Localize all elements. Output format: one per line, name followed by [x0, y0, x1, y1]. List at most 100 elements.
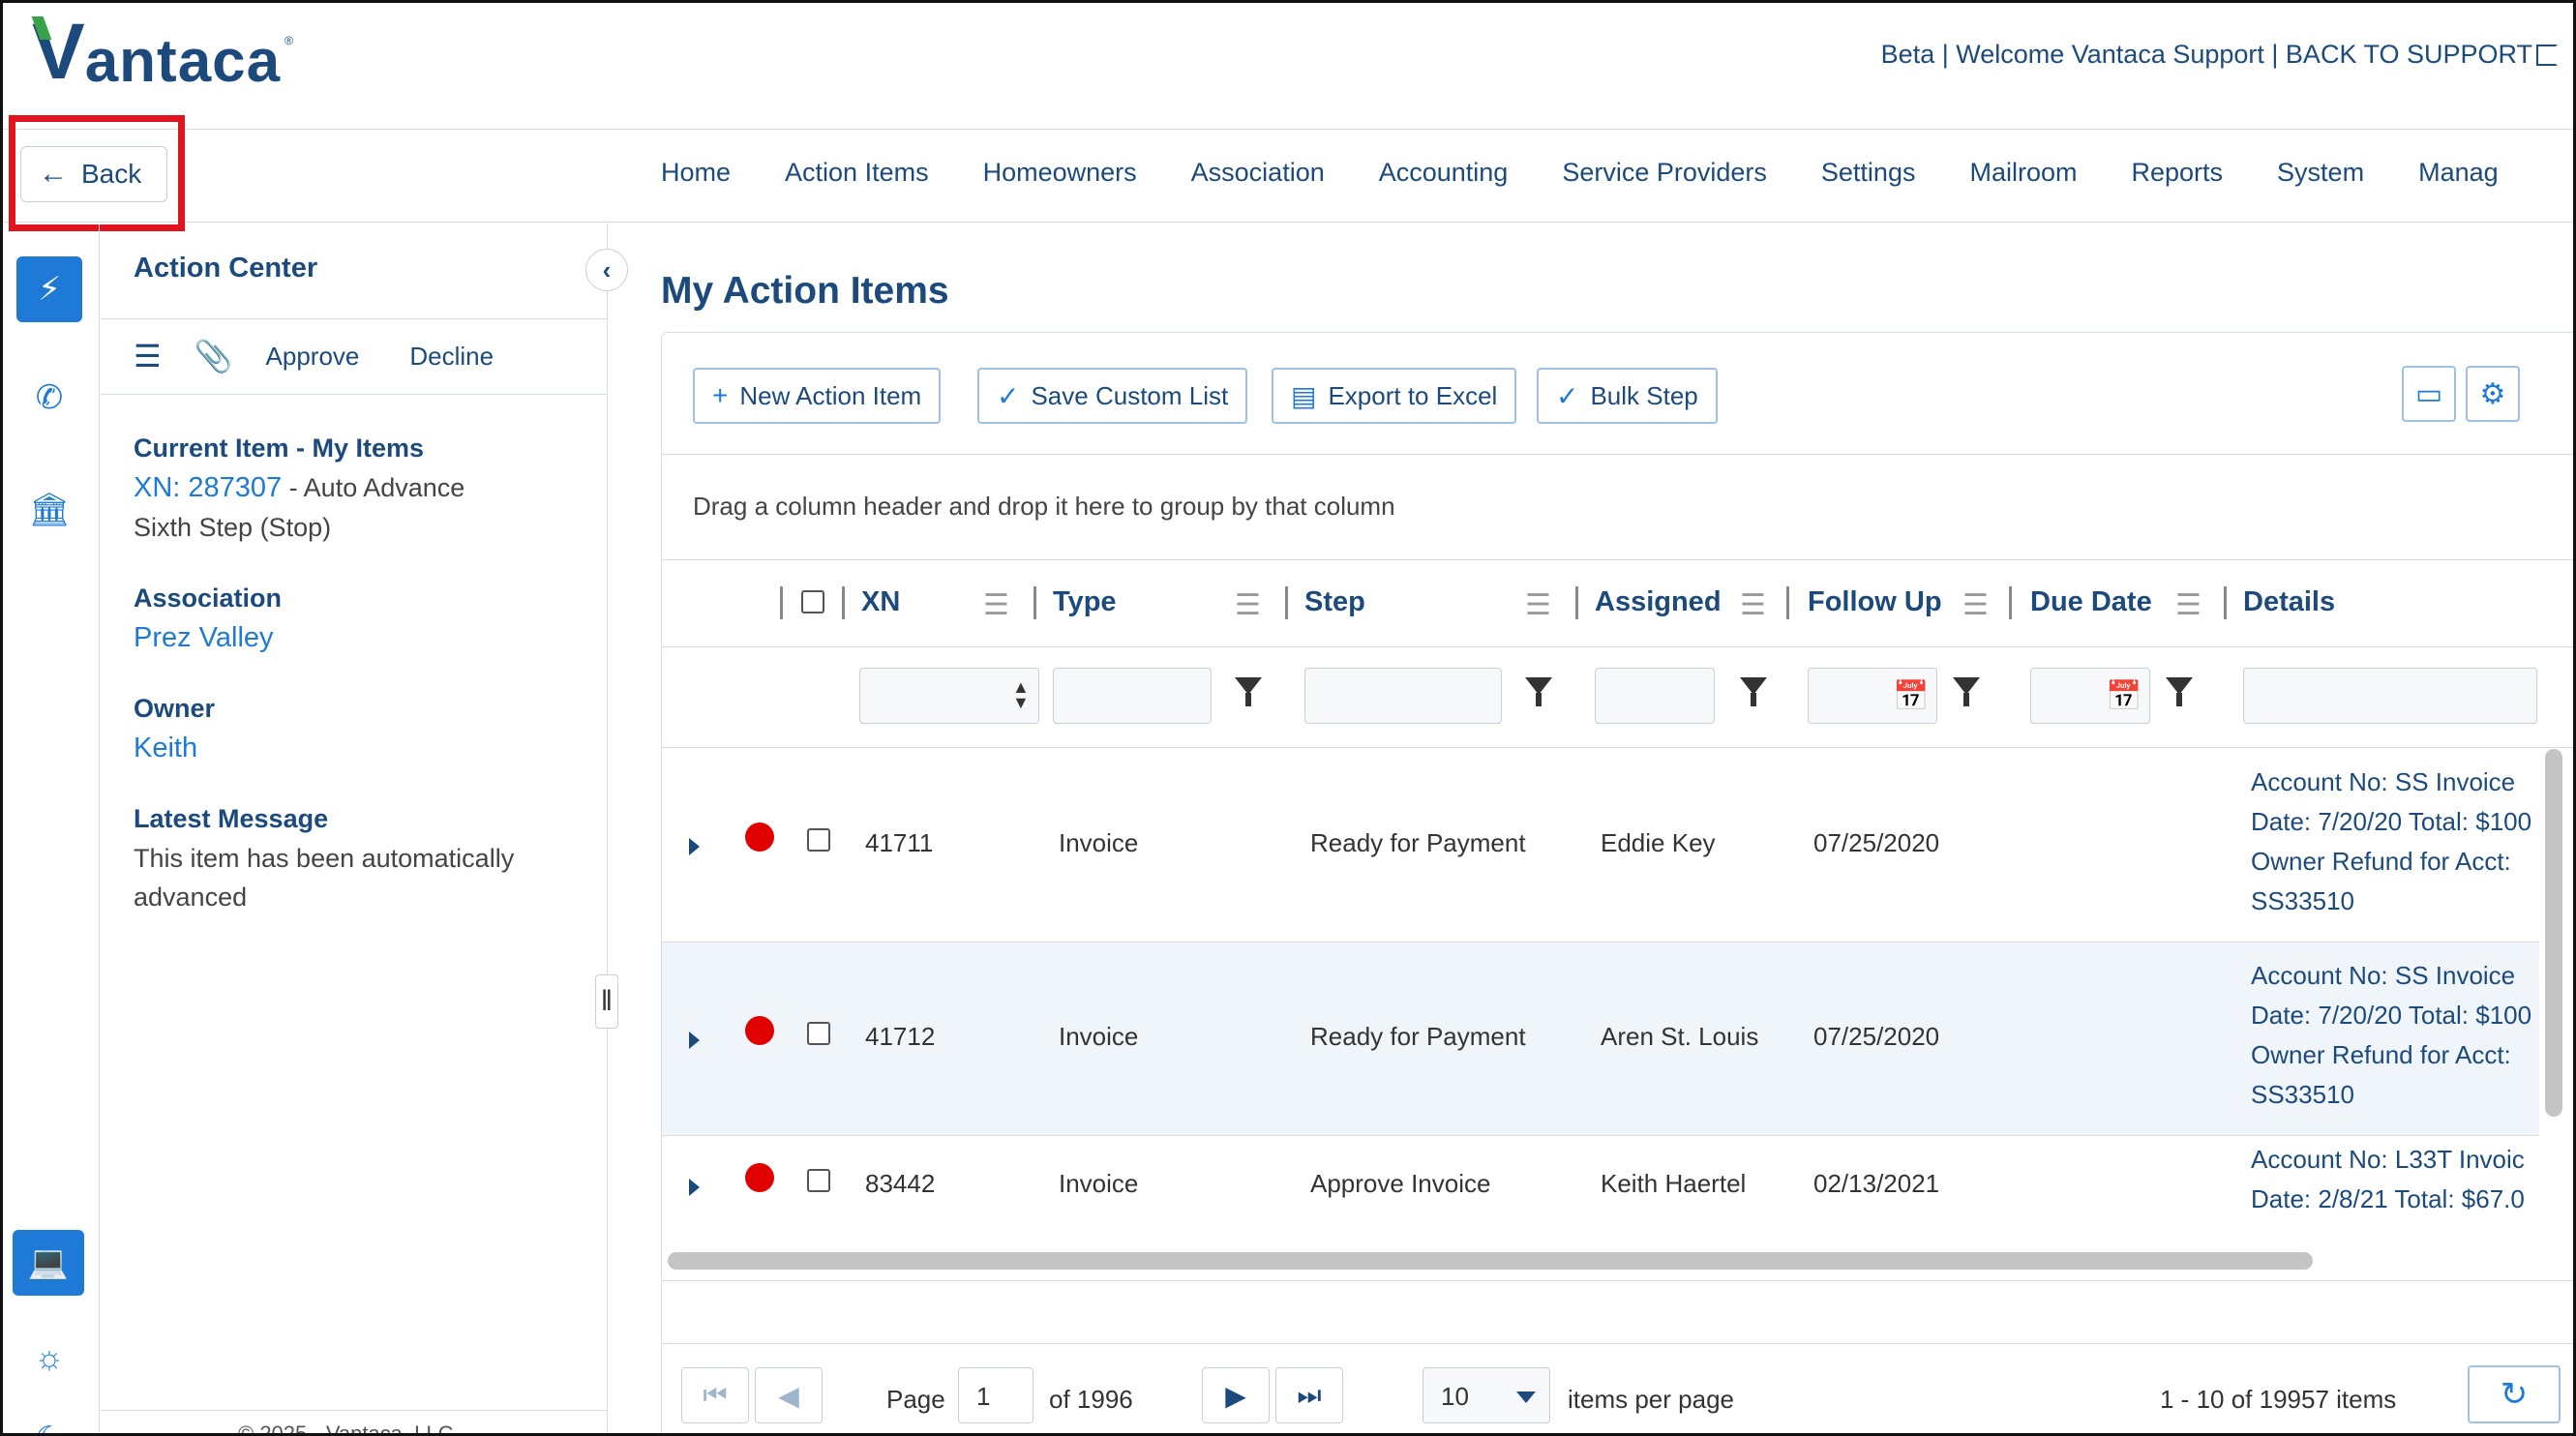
filter-icon[interactable] [2166, 677, 2193, 706]
bank-icon[interactable]: 🏛 [16, 477, 82, 543]
calendar-icon[interactable]: 📅 [1893, 679, 1929, 713]
page-size-select[interactable]: 10 [1423, 1367, 1550, 1423]
first-page-button[interactable]: ⏮ [681, 1367, 749, 1423]
panel-resize-handle[interactable]: ‖ [595, 974, 618, 1029]
column-header-due-date[interactable]: Due Date [2030, 586, 2152, 618]
filter-icon[interactable] [1740, 677, 1767, 706]
top-right-text[interactable]: Beta | Welcome Vantaca Support | BACK TO… [1881, 40, 2532, 69]
column-menu-icon[interactable]: ☰ [2175, 588, 2202, 622]
table-row[interactable]: 41711 Invoice Ready for Payment Eddie Ke… [662, 749, 2539, 942]
column-menu-icon[interactable]: ☰ [1525, 588, 1551, 622]
new-action-item-button[interactable]: + New Action Item [693, 368, 942, 424]
assigned-filter-input[interactable] [1595, 668, 1715, 724]
save-custom-list-button[interactable]: ✓ Save Custom List [977, 368, 1248, 424]
collapse-panel-button[interactable]: ‹ [585, 249, 628, 291]
next-page-button[interactable]: ▶ [1202, 1367, 1270, 1423]
cell-assigned: Eddie Key [1601, 828, 1716, 857]
pager: ⏮ ◀ Page 1 of 1996 ▶ ⏭ 10 items per page… [662, 1343, 2573, 1433]
cell-xn[interactable]: 41712 [865, 1022, 935, 1052]
grid-settings-button[interactable]: ⚙ [2466, 366, 2520, 422]
nav-service-providers[interactable]: Service Providers [1562, 158, 1767, 188]
step-filter-input[interactable] [1304, 668, 1502, 724]
xn-link[interactable]: XN: 287307 [134, 472, 282, 503]
cell-details: Account No: SS Invoice Date: 7/20/20 Tot… [2251, 956, 2531, 1115]
nav-mailroom[interactable]: Mailroom [1969, 158, 2077, 188]
items-per-page-label: items per page [1568, 1385, 1734, 1414]
cell-xn[interactable]: 83442 [865, 1169, 935, 1199]
table-row[interactable]: 41712 Invoice Ready for Payment Aren St.… [662, 942, 2539, 1136]
nav-settings[interactable]: Settings [1821, 158, 1916, 188]
nav-manage[interactable]: Manag [2418, 158, 2499, 188]
expand-row-icon[interactable] [689, 838, 700, 855]
lightning-icon[interactable]: ⚡ [16, 256, 82, 322]
nav-accounting[interactable]: Accounting [1379, 158, 1509, 188]
filter-icon[interactable] [1235, 677, 1262, 706]
column-menu-icon[interactable]: ☰ [983, 588, 1009, 622]
numeric-spinner-icon[interactable]: ▲ ▼ [1012, 678, 1030, 711]
items-summary: 1 - 10 of 19957 items [2160, 1385, 2397, 1414]
latest-message-section: Latest Message This item has been automa… [134, 799, 588, 916]
external-link-icon[interactable] [2536, 45, 2558, 66]
nav-home[interactable]: Home [661, 158, 731, 188]
row-checkbox[interactable] [807, 1169, 830, 1192]
details-filter-input[interactable] [2243, 668, 2537, 724]
page-size-value: 10 [1441, 1382, 1469, 1411]
sun-icon[interactable]: ☼ [16, 1325, 82, 1391]
paperclip-icon[interactable]: 📎 [195, 338, 233, 374]
nav-association[interactable]: Association [1191, 158, 1325, 188]
column-header-xn[interactable]: XN [861, 586, 900, 618]
cell-step: Ready for Payment [1310, 828, 1526, 857]
last-page-button[interactable]: ⏭ [1275, 1367, 1343, 1423]
phone-icon[interactable]: ✆ [16, 365, 82, 431]
page-number-input[interactable]: 1 [958, 1367, 1033, 1423]
select-all-checkbox[interactable] [801, 590, 824, 613]
top-right-links[interactable]: Beta | Welcome Vantaca Support | BACK TO… [1881, 40, 2558, 70]
ac-title-divider [101, 318, 607, 319]
cell-xn[interactable]: 41711 [865, 828, 933, 858]
action-items-grid-panel: + New Action Item ✓ Save Custom List ▤ Expo… [661, 332, 2573, 1433]
nav-system[interactable]: System [2277, 158, 2364, 188]
cell-assigned: Keith Haertel [1601, 1169, 1747, 1198]
owner-link[interactable]: Keith [134, 729, 588, 768]
nav-homeowners[interactable]: Homeowners [983, 158, 1137, 188]
filter-icon[interactable] [1525, 677, 1552, 706]
layout-toggle-button[interactable]: ▭ [2402, 366, 2456, 422]
decline-button[interactable]: Decline [409, 342, 494, 372]
column-header-follow-up[interactable]: Follow Up [1808, 586, 1942, 618]
column-header-details[interactable]: Details [2243, 586, 2335, 618]
expand-row-icon[interactable] [689, 1032, 700, 1049]
type-filter-input[interactable] [1053, 668, 1212, 724]
row-checkbox[interactable] [807, 828, 830, 852]
horizontal-scrollbar[interactable] [668, 1252, 2313, 1270]
moon-icon[interactable]: ☾ [16, 1406, 82, 1433]
previous-page-button[interactable]: ◀ [755, 1367, 823, 1423]
cell-type: Invoice [1059, 1022, 1139, 1051]
calendar-icon[interactable]: 📅 [2106, 679, 2142, 713]
vertical-scrollbar[interactable] [2545, 749, 2562, 1117]
column-header-type[interactable]: Type [1053, 586, 1117, 618]
bulk-step-button[interactable]: ✓ Bulk Step [1537, 368, 1718, 424]
details-line: Account No: SS Invoice [2251, 961, 2516, 990]
row-checkbox[interactable] [807, 1022, 830, 1045]
page-count-label: of 1996 [1049, 1385, 1133, 1414]
refresh-button[interactable]: ↻ [2468, 1365, 2561, 1423]
details-line: Account No: L33T Invoic [2251, 1145, 2525, 1174]
approve-button[interactable]: Approve [266, 342, 360, 372]
column-menu-icon[interactable]: ☰ [1962, 588, 1989, 622]
table-row[interactable]: 83442 Invoice Approve Invoice Keith Haer… [662, 1136, 2539, 1244]
column-menu-icon[interactable]: ☰ [1235, 588, 1261, 622]
column-menu-icon[interactable]: ☰ [1740, 588, 1766, 622]
laptop-icon[interactable]: 💻 [13, 1230, 84, 1296]
association-link[interactable]: Prez Valley [134, 618, 588, 658]
export-to-excel-button[interactable]: ▤ Export to Excel [1272, 368, 1517, 424]
owner-label: Owner [134, 694, 216, 723]
filter-icon[interactable] [1953, 677, 1980, 706]
cell-type: Invoice [1059, 1169, 1139, 1198]
expand-row-icon[interactable] [689, 1179, 700, 1196]
column-header-step[interactable]: Step [1304, 586, 1365, 618]
nav-action-items[interactable]: Action Items [785, 158, 929, 188]
hamburger-menu-icon[interactable]: ☰ [134, 338, 162, 374]
column-header-assigned[interactable]: Assigned [1595, 586, 1722, 618]
nav-reports[interactable]: Reports [2132, 158, 2224, 188]
vantaca-logo[interactable]: V antaca ® [32, 13, 293, 92]
